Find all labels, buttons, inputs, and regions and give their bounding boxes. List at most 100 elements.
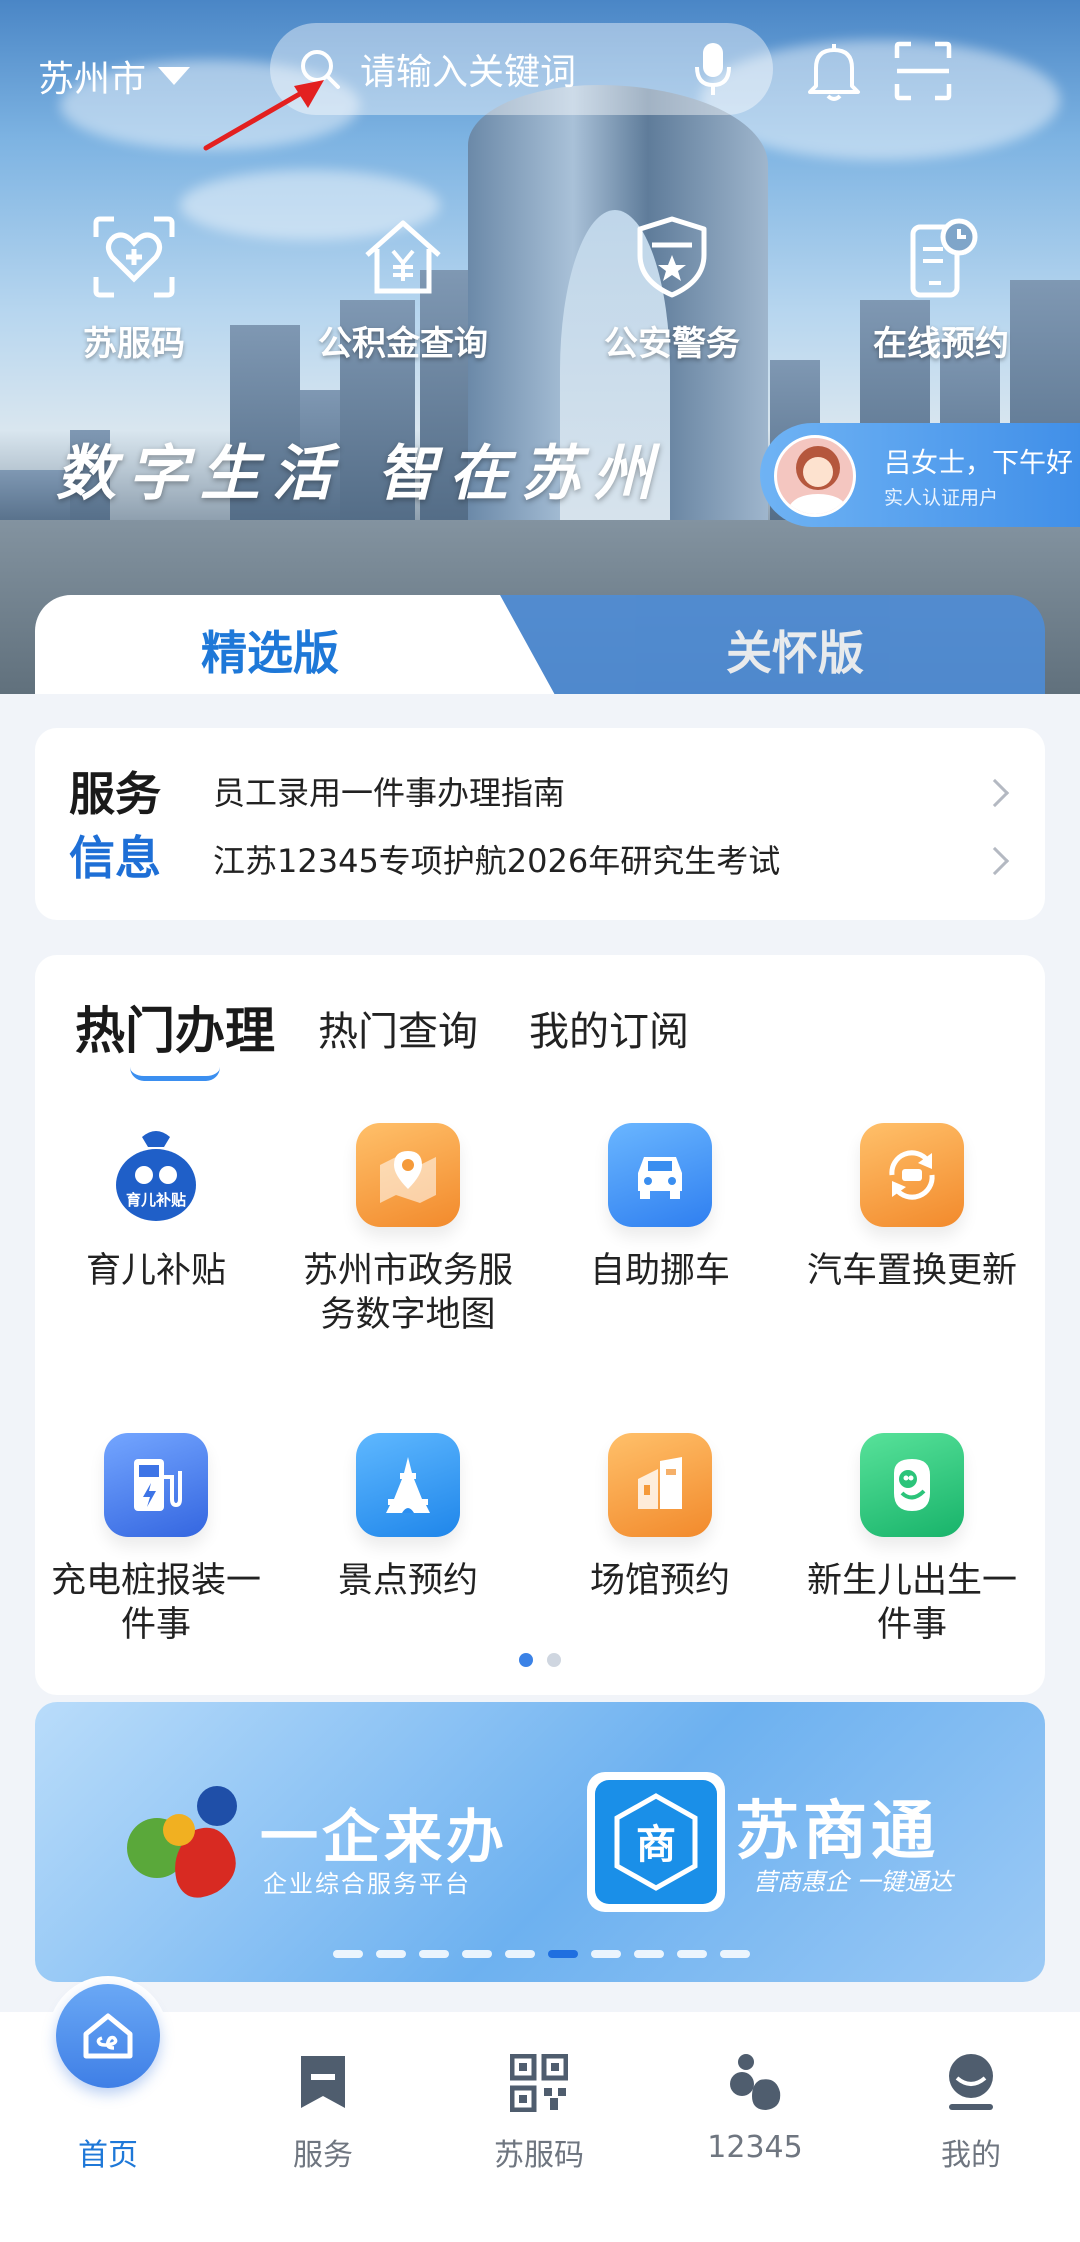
- banner-dot: [677, 1950, 707, 1958]
- banner-dot: [462, 1950, 492, 1958]
- service-childcare-subsidy[interactable]: 育儿补贴 育儿补贴: [41, 1123, 271, 1293]
- banner-dot: [548, 1950, 578, 1958]
- building-icon: [608, 1433, 712, 1537]
- nav-label: 12345: [707, 2130, 803, 2165]
- qr-code-icon: [510, 2054, 568, 2112]
- promo-banner[interactable]: 一企来办 企业综合服务平台 商 苏商通 营商惠企 一键通达: [35, 1702, 1045, 1982]
- service-info-item[interactable]: 员工录用一件事办理指南: [213, 768, 993, 814]
- service-info-badge: 服务 信息: [69, 762, 161, 890]
- banner-dot: [591, 1950, 621, 1958]
- tab-label: 关怀版: [726, 626, 864, 680]
- city-selector[interactable]: 苏州市: [38, 50, 191, 102]
- city-label: 苏州市: [38, 59, 147, 100]
- phone-clock-icon: [910, 218, 978, 298]
- bottom-nav: 首页 服务 苏服码 12345 我的: [0, 1976, 1080, 2242]
- scan-icon[interactable]: [893, 40, 953, 102]
- banner-dot: [376, 1950, 406, 1958]
- hero-banner: 苏州市 请输入关键词 苏服码 公积金查询 公安警务 在线预约 数字生活 智在苏州…: [0, 0, 1080, 694]
- nav-profile[interactable]: 我的: [891, 2042, 1051, 2174]
- nav-label: 我的: [941, 2138, 1001, 2173]
- service-info-item[interactable]: 江苏12345专项护航2026年研究生考试: [213, 836, 993, 882]
- banner-right-subtitle: 营商惠企 一键通达: [753, 1868, 953, 1896]
- house-yuan-icon: [365, 220, 441, 294]
- heart-shield-icon: [93, 216, 175, 298]
- page-dot: [547, 1653, 561, 1667]
- quick-action-booking[interactable]: 在线预约: [841, 212, 1041, 365]
- childcare-subsidy-icon: 育儿补贴: [104, 1123, 208, 1227]
- nav-sufuma[interactable]: 苏服码: [459, 2042, 619, 2174]
- yiqi-laiban-logo: [127, 1786, 237, 1898]
- service-label: 苏州市政务服务数字地图: [302, 1251, 513, 1335]
- badge-line-1: 服务: [69, 767, 161, 821]
- red-arrow-annotation: [203, 80, 324, 151]
- baby-icon: [860, 1433, 964, 1537]
- top-bar: 苏州市 请输入关键词: [0, 20, 1080, 125]
- user-greeting-card[interactable]: 吕女士，下午好 实人认证用户: [760, 423, 1080, 527]
- service-car-replacement[interactable]: 汽车置换更新: [797, 1123, 1027, 1293]
- nav-services[interactable]: 服务: [243, 2042, 403, 2174]
- hot-services-card: 热门办理 热门查询 我的订阅 育儿补贴 育儿补贴 苏州市政务服务数字地图 自助挪…: [35, 955, 1045, 1695]
- service-scenic-booking[interactable]: 景点预约: [293, 1433, 523, 1603]
- banner-left-subtitle: 企业综合服务平台: [263, 1870, 471, 1898]
- service-charging-pile[interactable]: 充电桩报装一件事: [41, 1433, 271, 1647]
- quick-action-label: 公积金查询: [318, 324, 488, 364]
- search-placeholder: 请输入关键词: [360, 52, 577, 93]
- logo-char: 商: [636, 1822, 676, 1868]
- page-indicator: [519, 1653, 561, 1667]
- service-digital-map[interactable]: 苏州市政务服务数字地图: [293, 1123, 523, 1337]
- quick-action-label: 苏服码: [83, 324, 185, 364]
- banner-dot: [634, 1950, 664, 1958]
- user-greeting: 吕女士，下午好: [884, 448, 1073, 479]
- chevron-down-icon: [158, 67, 191, 85]
- police-badge-icon: [637, 216, 707, 298]
- service-label: 充电桩报装一件事: [50, 1561, 261, 1645]
- svg-text:育儿补贴: 育儿补贴: [126, 1191, 186, 1209]
- microphone-icon[interactable]: [695, 41, 731, 97]
- flag-icon: [301, 2056, 345, 2108]
- service-info-card: 服务 信息 员工录用一件事办理指南 江苏12345专项护航2026年研究生考试: [35, 728, 1045, 920]
- service-label: 场馆预约: [589, 1561, 730, 1601]
- notification-bell-icon[interactable]: [806, 42, 862, 104]
- quick-action-sufuma[interactable]: 苏服码: [34, 212, 234, 365]
- service-venue-booking[interactable]: 场馆预约: [545, 1433, 775, 1603]
- hotline-icon: [730, 2054, 781, 2110]
- banner-left-title: 一企来办: [260, 1803, 509, 1871]
- edition-tabs: 关怀版 精选版: [35, 595, 1045, 694]
- car-icon: [608, 1123, 712, 1227]
- charging-pile-icon: [104, 1433, 208, 1537]
- nav-label: 服务: [293, 2138, 353, 2173]
- service-label: 汽车置换更新: [806, 1251, 1017, 1291]
- nav-12345[interactable]: 12345: [675, 2042, 835, 2165]
- sushangtong-logo: 商: [587, 1772, 725, 1912]
- banner-dot: [720, 1950, 750, 1958]
- nav-home[interactable]: 首页: [28, 2042, 188, 2174]
- tab-hot-query[interactable]: 热门查询: [318, 999, 478, 1057]
- quick-action-police[interactable]: 公安警务: [572, 212, 772, 365]
- banner-dot: [505, 1950, 535, 1958]
- service-newborn[interactable]: 新生儿出生一件事: [797, 1433, 1027, 1647]
- tab-my-subscriptions[interactable]: 我的订阅: [529, 999, 689, 1057]
- banner-dot: [333, 1950, 363, 1958]
- quick-action-label: 在线预约: [873, 324, 1009, 364]
- quick-action-housing-fund[interactable]: 公积金查询: [303, 212, 503, 365]
- slogan-text: 数字生活 智在苏州: [56, 439, 665, 509]
- active-tab-underline: [130, 1067, 220, 1081]
- service-self-move-car[interactable]: 自助挪车: [545, 1123, 775, 1293]
- service-label: 景点预约: [337, 1561, 478, 1601]
- page-dot: [519, 1653, 533, 1667]
- avatar: [774, 435, 856, 517]
- tab-care-edition[interactable]: 关怀版: [485, 595, 1045, 694]
- search-bar[interactable]: 请输入关键词: [270, 23, 773, 115]
- service-label: 育儿补贴: [85, 1251, 226, 1291]
- tab-hot-handle[interactable]: 热门办理: [75, 991, 275, 1063]
- banner-dot: [419, 1950, 449, 1958]
- nav-label: 苏服码: [494, 2138, 584, 2173]
- banner-indicator: [333, 1950, 750, 1958]
- nav-label: 首页: [78, 2138, 138, 2173]
- service-label: 自助挪车: [589, 1251, 730, 1291]
- service-info-text: 江苏12345专项护航2026年研究生考试: [213, 842, 781, 880]
- tab-selected-edition[interactable]: 精选版: [35, 595, 555, 694]
- tower-icon: [356, 1433, 460, 1537]
- service-label: 新生儿出生一件事: [806, 1561, 1017, 1645]
- tab-label: 精选版: [201, 626, 339, 680]
